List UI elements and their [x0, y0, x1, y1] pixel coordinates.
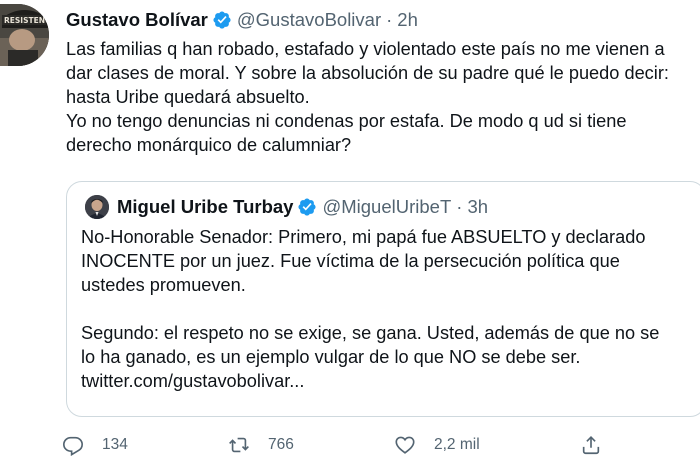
tweet-text-line: Las familias q han robado, estafado y vi…	[66, 39, 665, 59]
quoted-text-blank-line	[81, 297, 700, 321]
quoted-tweet-time[interactable]: 3h	[467, 196, 488, 218]
quoted-tweet-text: No-Honorable Senador: Primero, mi papá f…	[81, 225, 700, 393]
tweet-text-line: hasta Uribe quedará absuelto.	[66, 87, 310, 107]
quoted-author-handle[interactable]: @MiguelUribeT	[322, 196, 451, 218]
share-button[interactable]	[580, 432, 620, 458]
avatar-cap-text: RESISTENCIA	[4, 16, 49, 25]
quoted-text-line: No-Honorable Senador: Primero, mi papá f…	[81, 227, 646, 247]
quoted-text-line: INOCENTE por un juez. Fue víctima de la …	[81, 251, 620, 271]
quoted-link[interactable]: twitter.com/gustavobolivar...	[81, 369, 700, 393]
reply-icon	[63, 436, 83, 456]
quoted-text-line: ustedes promueven.	[81, 275, 246, 295]
like-count: 2,2 mil	[434, 436, 480, 453]
separator-dot: ·	[386, 9, 393, 30]
author-handle[interactable]: @GustavoBolivar	[237, 9, 381, 31]
quoted-avatar-image	[85, 195, 109, 219]
author-avatar[interactable]: RESISTENCIA	[0, 4, 49, 66]
retweet-icon	[229, 437, 249, 453]
tweet-text-line: Yo no tengo denuncias ni condenas por es…	[66, 111, 627, 131]
quoted-verified-badge-icon	[298, 198, 317, 216]
heart-icon	[395, 436, 415, 454]
share-icon	[582, 436, 600, 455]
author-name[interactable]: Gustavo Bolívar	[66, 9, 208, 31]
quoted-text-line: Segundo: el respeto no se exige, se gana…	[81, 323, 660, 343]
quoted-author-name[interactable]: Miguel Uribe Turbay	[117, 196, 293, 218]
quoted-tweet[interactable]: Miguel Uribe Turbay @MiguelUribeT · 3h N…	[66, 181, 700, 417]
verified-badge-icon	[213, 11, 231, 29]
retweet-count: 766	[268, 436, 294, 453]
avatar-image: RESISTENCIA	[0, 4, 49, 66]
quoted-text-line: lo ha ganado, es un ejemplo vulgar de lo…	[81, 347, 581, 367]
like-button[interactable]: 2,2 mil	[394, 432, 480, 458]
tweet-time[interactable]: 2h	[397, 9, 418, 31]
quoted-author-avatar[interactable]	[85, 195, 109, 219]
tweet-actions: 134 766 2,2 mil	[62, 432, 700, 458]
reply-button[interactable]: 134	[62, 432, 128, 458]
tweet-header: Gustavo Bolívar @GustavoBolivar · 2h	[66, 8, 418, 32]
tweet-text: Las familias q han robado, estafado y vi…	[66, 37, 698, 157]
quoted-tweet-header: Miguel Uribe Turbay @MiguelUribeT · 3h	[85, 194, 488, 220]
reply-count: 134	[102, 436, 128, 453]
quoted-separator-dot: ·	[456, 196, 463, 217]
tweet[interactable]: RESISTENCIA Gustavo Bolívar @GustavoBoli…	[0, 0, 700, 466]
tweet-text-line: dar clases de moral. Y sobre la absoluci…	[66, 63, 669, 83]
tweet-text-line: derecho monárquico de calumniar?	[66, 135, 352, 155]
retweet-button[interactable]: 766	[228, 432, 294, 458]
